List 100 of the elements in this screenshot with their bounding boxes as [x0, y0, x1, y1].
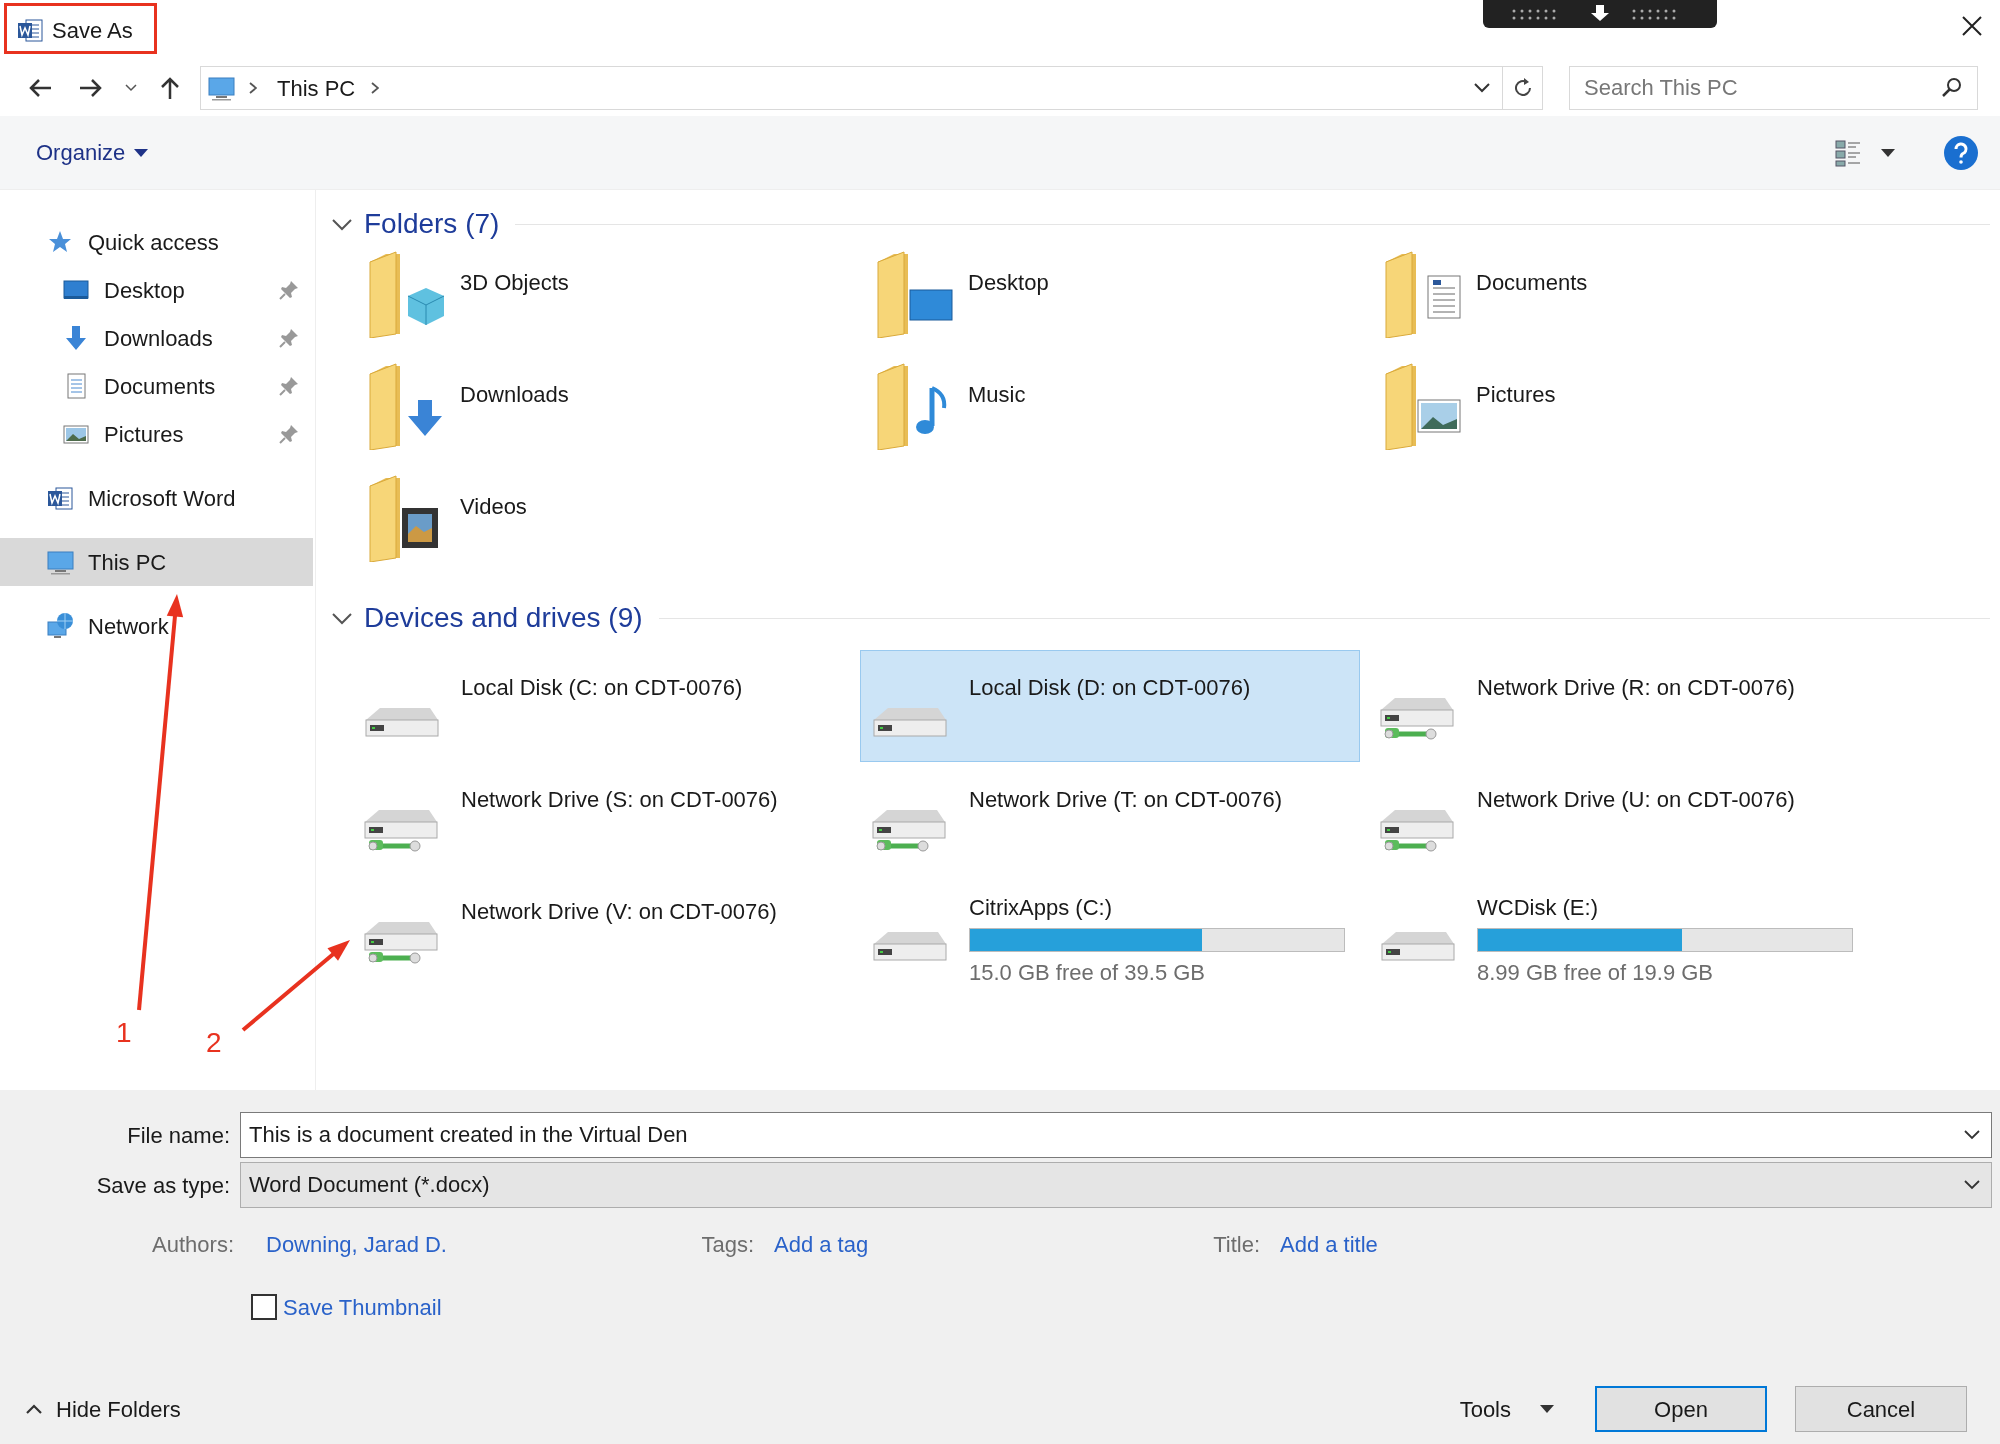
folder-item[interactable]: Downloads [354, 360, 862, 472]
folder-with-monitor-icon [874, 248, 956, 338]
hard-drive-icon [1381, 931, 1455, 961]
sidebar-label: Network [88, 612, 170, 641]
sidebar-item[interactable]: Microsoft Word [0, 474, 310, 522]
tools-button[interactable]: Tools [1459, 1387, 1555, 1431]
folder-label: 3D Objects [460, 269, 569, 297]
organize-button[interactable]: Organize [24, 132, 162, 173]
annotation-number: 2 [206, 1026, 222, 1060]
caret-icon [1539, 1403, 1555, 1415]
chevron-down-icon [124, 83, 138, 93]
checkbox-label: Save Thumbnail [283, 1293, 442, 1322]
chevron-up-icon [24, 1402, 44, 1416]
folder-item[interactable]: Documents [1370, 248, 1878, 360]
folder-with-landscape-picture-icon [1382, 360, 1464, 450]
sidebar-item[interactable]: This PC [0, 538, 313, 586]
drive-label: Network Drive (R: on CDT-0076) [1477, 674, 1795, 702]
network-drive-icon [1380, 697, 1456, 740]
chevron-down-icon [1962, 1178, 1982, 1192]
field-label: Authors: [151, 1230, 235, 1259]
drive-label: CitrixApps (C:) [969, 894, 1113, 922]
forward-arrow-icon [78, 77, 104, 99]
hard-drive-icon [873, 707, 947, 737]
free-space-text: 8.99 GB free of 19.9 GB [1477, 959, 1715, 987]
folder-item[interactable]: Desktop [862, 248, 1370, 360]
word-icon [16, 16, 44, 44]
network-drive-icon [364, 921, 440, 964]
folder-label: Documents [1476, 269, 1588, 297]
sidebar-item[interactable]: Documents [0, 362, 310, 410]
group-header[interactable]: Folders (7) [330, 203, 500, 245]
field-label: Save as type: [95, 1171, 231, 1200]
drive-label: Network Drive (S: on CDT-0076) [461, 786, 778, 814]
folder-item[interactable]: Videos [354, 472, 862, 584]
drive-item[interactable]: Local Disk (C: on CDT-0076) [352, 650, 852, 762]
folder-label: Desktop [968, 269, 1049, 297]
title-field[interactable]: Add a title [1260, 1227, 1378, 1261]
drive-label: Local Disk (C: on CDT-0076) [461, 674, 743, 702]
sidebar-label: Microsoft Word [88, 484, 237, 513]
drive-item[interactable]: Network Drive (V: on CDT-0076) [352, 874, 852, 986]
sidebar-label: Documents [104, 372, 217, 401]
folder-item[interactable]: Music [862, 360, 1370, 472]
hide-folders-button[interactable]: Hide Folders [24, 1389, 181, 1429]
drive-label: Network Drive (U: on CDT-0076) [1477, 786, 1795, 814]
drive-item[interactable]: Network Drive (R: on CDT-0076) [1368, 650, 1868, 762]
sidebar-label: Pictures [104, 420, 185, 449]
open-button[interactable]: Open [1595, 1386, 1767, 1432]
field-label: Title: [1212, 1230, 1260, 1259]
chevron-right-icon [249, 82, 257, 94]
hard-drive-icon [365, 707, 439, 737]
group-header[interactable]: Devices and drives (9) [330, 597, 643, 639]
back-arrow-icon [27, 77, 53, 99]
remote-toolbar-drawing[interactable] [1483, 0, 1717, 28]
drive-item[interactable]: CitrixApps (C:) 15.0 GB free of 39.5 GB [860, 874, 1360, 986]
caret-icon [133, 146, 150, 159]
caret-icon [1880, 146, 1896, 159]
sidebar-item[interactable]: Pictures [0, 410, 310, 458]
breadcrumb[interactable]: This PC [269, 71, 364, 105]
author-link[interactable]: Downing, Jarad D. [244, 1227, 687, 1261]
search-field[interactable]: Search This PC [1569, 66, 1978, 110]
drive-item[interactable]: Network Drive (U: on CDT-0076) [1368, 762, 1868, 874]
chevron-right-icon [371, 82, 380, 94]
tags-field[interactable]: Add a tag [754, 1227, 1200, 1261]
field-label: Tags: [700, 1230, 754, 1259]
sidebar-item[interactable]: Downloads [0, 314, 310, 362]
checkbox[interactable] [251, 1294, 277, 1320]
word-icon [46, 484, 76, 512]
sidebar-item[interactable]: Desktop [0, 266, 310, 314]
cancel-button[interactable]: Cancel [1795, 1386, 1967, 1432]
annotation-number: 1 [116, 1016, 132, 1050]
drive-item[interactable]: Network Drive (S: on CDT-0076) [352, 762, 852, 874]
network-drive-icon [364, 809, 440, 852]
free-space-text: 15.0 GB free of 39.5 GB [969, 959, 1207, 987]
help-button[interactable] [1944, 135, 1978, 170]
drive-label: WCDisk (E:) [1477, 894, 1599, 922]
drive-item[interactable]: Network Drive (T: on CDT-0076) [860, 762, 1360, 874]
network-globe-icon [46, 612, 76, 640]
sidebar-label: Desktop [104, 276, 186, 305]
computer-icon [207, 74, 237, 102]
drive-label: Network Drive (T: on CDT-0076) [969, 786, 1282, 814]
file-name-field[interactable]: This is a document created in the Virtual Den [240, 1112, 1992, 1158]
sidebar-label: This PC [88, 548, 168, 577]
field-label: File name: [126, 1121, 231, 1150]
folder-label: Pictures [1476, 381, 1556, 409]
folder-item[interactable]: 3D Objects [354, 248, 862, 360]
folder-with-document-icon [1382, 248, 1464, 338]
sidebar-item[interactable]: Network [0, 602, 310, 650]
question-mark-icon [1953, 141, 1969, 164]
drive-item[interactable]: WCDisk (E:) 8.99 GB free of 19.9 GB [1368, 874, 1868, 986]
network-drive-icon [1380, 809, 1456, 852]
folder-label: Downloads [460, 381, 569, 409]
folder-item[interactable]: Pictures [1370, 360, 1878, 472]
sidebar-label: Downloads [104, 324, 214, 353]
drive-item[interactable]: Local Disk (D: on CDT-0076) [860, 650, 1360, 762]
chevron-down-icon [1473, 82, 1491, 94]
chevron-down-icon [1962, 1128, 1982, 1142]
drive-label: Network Drive (V: on CDT-0076) [461, 898, 777, 926]
sidebar-label: Quick access [88, 228, 220, 257]
file-type-dropdown[interactable]: Word Document (*.docx) [240, 1162, 1992, 1208]
address-bar[interactable]: This PC [200, 66, 1543, 110]
sidebar-item[interactable]: Quick access [0, 218, 310, 266]
